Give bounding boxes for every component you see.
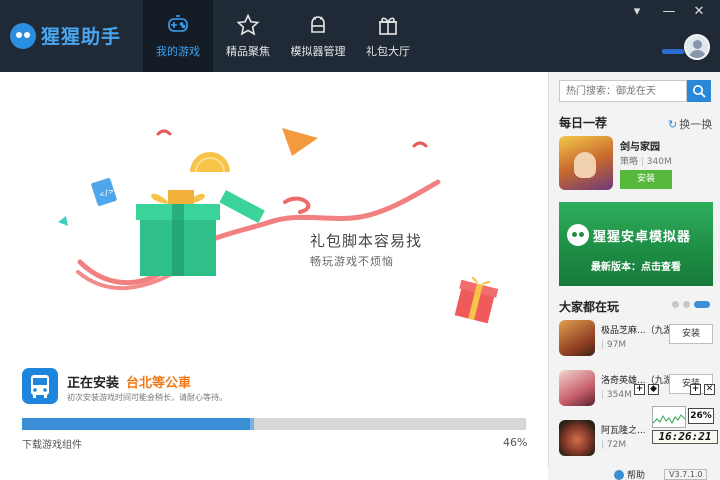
install-status-label: 正在安装 [67, 376, 120, 391]
orangutan-logo-icon [567, 224, 589, 246]
user-avatar[interactable] [684, 34, 710, 60]
game-icon[interactable] [559, 420, 595, 456]
featured-game-size: 340M [646, 157, 672, 167]
tab-label: 我的游戏 [156, 45, 200, 58]
progress-percent: 46% [503, 436, 528, 449]
carousel-dot[interactable] [683, 301, 690, 308]
refresh-label: 换一换 [679, 118, 713, 131]
tab-emulator-management[interactable]: 模拟器管理 [283, 0, 353, 72]
close-button[interactable]: ✕ [686, 2, 712, 22]
help-button[interactable]: 帮助 [614, 468, 645, 480]
installing-app-name: 台北等公車 [126, 376, 192, 391]
cpu-graph-icon [652, 414, 686, 425]
cpu-graph [652, 406, 686, 428]
featured-game-category: 策略 [620, 157, 639, 167]
search-icon [693, 85, 706, 98]
android-icon [311, 16, 325, 33]
bus-app-icon [22, 368, 58, 404]
featured-game-name[interactable]: 剑与家园 [620, 138, 660, 153]
search-input[interactable] [559, 80, 687, 102]
tab-featured[interactable]: 精品聚焦 [213, 0, 283, 72]
cpu-percent: 26% [688, 408, 714, 424]
game-size: | 97M [601, 340, 627, 350]
promo-subtitle: 畅玩游戏不烦恼 [310, 255, 394, 268]
tab-label: 精品聚焦 [226, 45, 270, 58]
progress-fill-edge [250, 418, 254, 430]
orangutan-logo-icon [10, 22, 36, 49]
promo-title: 礼包脚本容易找 [310, 232, 423, 250]
banner-subtitle: 最新版本：点击查看 [591, 262, 681, 273]
game-icon[interactable] [559, 320, 595, 356]
menu-dropdown-button[interactable]: ▾ [624, 2, 650, 22]
featured-install-button[interactable]: 安装 [620, 170, 672, 189]
refresh-icon: ↻ [668, 117, 678, 131]
help-label: 帮助 [627, 471, 646, 480]
emulator-banner[interactable]: 猩猩安卓模拟器 最新版本：点击查看 [559, 202, 713, 286]
tab-label: 礼包大厅 [366, 45, 410, 58]
promo-illustration: </> [58, 128, 499, 324]
carousel-dot-active[interactable] [694, 301, 710, 308]
featured-game-meta: 策略 | 340M [620, 157, 672, 167]
system-monitor-widget: + ◆ + ✕ 26% 16:26:21 [630, 384, 720, 446]
widget-pin-button[interactable]: ◆ [648, 384, 659, 395]
version-badge: V3.7.1.0 [664, 469, 708, 480]
main-nav: 我的游戏 精品聚焦 模拟器管理 礼包大厅 [143, 0, 423, 72]
widget-add-button[interactable]: + [634, 384, 645, 395]
search-button[interactable] [687, 80, 711, 102]
game-size: | 354M [601, 390, 632, 400]
main-panel: </> 礼包脚本容易找 畅玩游戏不烦恼 正在安装 台北等公車 初次安装游戏时间可… [0, 72, 548, 480]
gift-icon [379, 17, 397, 35]
install-progress-bar [22, 418, 526, 430]
help-icon [614, 469, 624, 480]
app-name: 猩猩助手 [41, 26, 122, 48]
minimize-button[interactable]: — [656, 2, 682, 22]
bus-icon [31, 375, 49, 398]
widget-add-button[interactable]: + [690, 384, 701, 395]
user-level-badge [662, 49, 684, 54]
carousel-dot[interactable] [672, 301, 679, 308]
featured-game-icon[interactable] [559, 136, 613, 190]
game-icon[interactable] [559, 370, 595, 406]
carousel-dots [672, 301, 714, 308]
popular-title: 大家都在玩 [559, 300, 620, 314]
tab-label: 模拟器管理 [290, 45, 346, 58]
install-status: 正在安装 台北等公車 初次安装游戏时间可能会稍长，请耐心等待。 [22, 368, 526, 408]
banner-title: 猩猩安卓模拟器 [593, 230, 692, 245]
install-button[interactable]: 安装 [669, 324, 713, 344]
refresh-button[interactable]: ↻ 换一换 [668, 116, 712, 132]
list-item: 极品芝麻...（九游 | 97M 安装 [559, 320, 713, 360]
clock-display: 16:26:21 [652, 430, 718, 444]
star-icon [236, 13, 260, 36]
status-bar: 帮助 V3.7.1.0 [548, 468, 720, 480]
app-logo: 猩猩助手 [10, 22, 121, 49]
progress-caption: 下载游戏组件 [22, 440, 82, 451]
gamepad-icon [168, 15, 188, 32]
widget-close-button[interactable]: ✕ [704, 384, 715, 395]
title-bar: 猩猩助手 我的游戏 精品聚焦 模拟器管理 礼包大厅 ▾ — ✕ [0, 0, 720, 72]
game-size: | 72M [601, 440, 627, 450]
game-name[interactable]: 极品芝麻...（九游 [601, 323, 673, 336]
tab-gift-hall[interactable]: 礼包大厅 [353, 0, 423, 72]
daily-pick-title: 每日一荐 [559, 116, 608, 130]
progress-fill [22, 418, 254, 430]
install-note: 初次安装游戏时间可能会稍长，请耐心等待。 [67, 393, 227, 402]
tab-my-games[interactable]: 我的游戏 [143, 0, 213, 72]
